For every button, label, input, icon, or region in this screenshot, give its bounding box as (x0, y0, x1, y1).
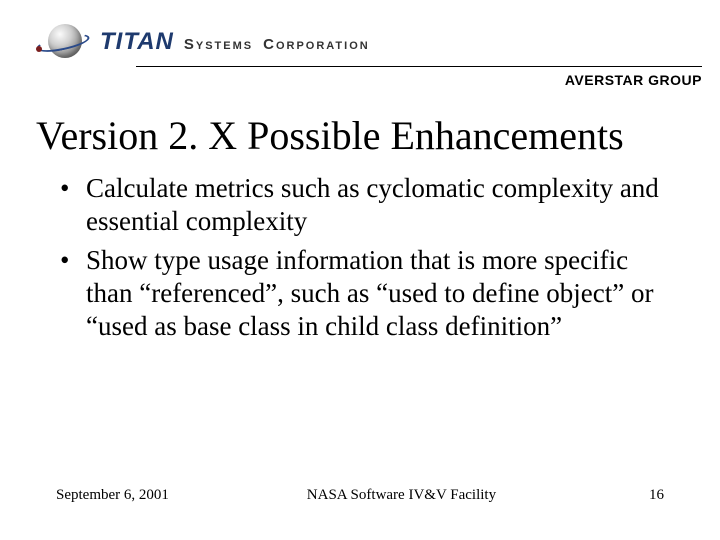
header-subgroup: AVERSTAR GROUP (565, 72, 702, 88)
list-item: Calculate metrics such as cyclomatic com… (56, 172, 664, 238)
header: TITAN Systems Corporation AVERSTAR GROUP (36, 22, 702, 62)
list-item: Show type usage information that is more… (56, 244, 664, 343)
brand-text: TITAN Systems Corporation (100, 28, 370, 56)
brand-row: TITAN Systems Corporation (36, 22, 702, 62)
footer-page-number: 16 (634, 487, 664, 504)
logo-dot-icon (36, 46, 42, 52)
slide-title: Version 2. X Possible Enhancements (36, 112, 684, 159)
slide-body: Calculate metrics such as cyclomatic com… (56, 172, 664, 349)
footer: September 6, 2001 NASA Software IV&V Fac… (56, 487, 664, 504)
header-divider (136, 66, 702, 67)
footer-date: September 6, 2001 (56, 487, 169, 504)
bullet-list: Calculate metrics such as cyclomatic com… (56, 172, 664, 343)
footer-center: NASA Software IV&V Facility (169, 487, 634, 504)
brand-systems: Systems (184, 36, 253, 53)
slide: TITAN Systems Corporation AVERSTAR GROUP… (0, 0, 720, 540)
logo (36, 22, 92, 62)
brand-titan: TITAN (100, 28, 174, 56)
brand-corporation: Corporation (263, 36, 370, 53)
